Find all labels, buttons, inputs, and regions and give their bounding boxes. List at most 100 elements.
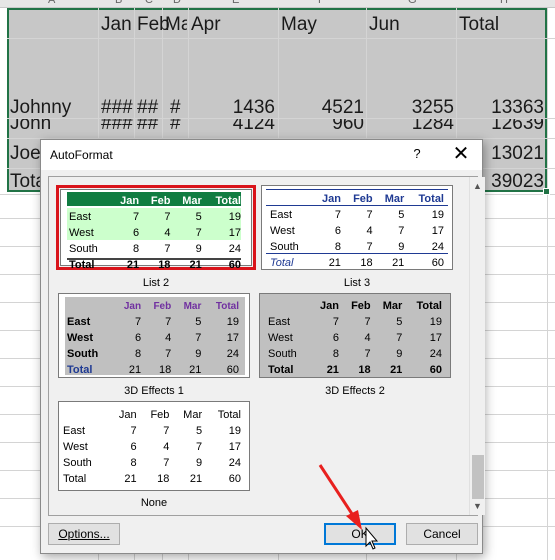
preview-cell: 60 [228,473,241,485]
ok-button[interactable]: OK [324,523,396,545]
preview-cell: 21 [126,259,140,271]
cell-header-mar[interactable]: Ma [165,14,187,36]
fill-handle[interactable] [543,188,550,195]
preview-cell: 7 [130,425,137,437]
cell-jan[interactable]: ### [101,119,133,133]
preview-cell: 7 [164,243,171,255]
cell-may[interactable]: 4521 [280,97,364,119]
preview-cell: South [69,243,98,255]
preview-cell: Total [270,257,294,269]
preview-cell: West [63,441,88,453]
preview-cell: 60 [429,364,442,376]
preview-cell: 7 [134,316,142,328]
preview-cell [268,191,312,207]
preview-cell: 7 [164,211,171,223]
format-preview-3d-effects-2[interactable]: Jan Feb Mar Total East 7 7 5 19 West 6 4 7 17 South… [259,293,451,378]
format-preview-3d-effects-1[interactable]: Jan Feb Mar Total East 7 7 5 19 West 6 4 7 17 South… [58,293,250,378]
cell-jan[interactable]: ### [101,97,133,119]
cell-name-johnny[interactable]: Johnny [10,97,71,119]
preview-table: Jan Feb Mar Total East 7 7 5 19 West 6 4 7 17 South… [65,298,241,378]
preview-cell [61,407,108,423]
scroll-up-icon[interactable]: ▲ [473,181,482,191]
preview-cell: 18 [158,259,171,271]
gallery-scrollbar[interactable]: ▲ ▼ [469,177,485,515]
preview-table: Jan Feb Mar Total East 7 7 5 19 West 6 4 7 17 South… [61,407,243,487]
format-preview-list-3[interactable]: Jan Feb Mar Total East 7 7 5 19 West 6 4 7 17 South… [261,185,453,270]
format-caption[interactable]: 3D Effects 2 [259,385,451,397]
preview-table: Jan Feb Mar Total East 7 7 5 19 West 6 4 7 17 South… [268,191,446,271]
format-caption[interactable]: None [58,497,250,509]
preview-cell: Jan [123,300,142,312]
preview-cell [67,193,111,209]
preview-cell: South [268,348,297,360]
preview-cell: Total [69,259,95,271]
preview-cell: Total [268,364,294,376]
close-icon[interactable]: ✕ [447,143,475,167]
scroll-down-icon[interactable]: ▼ [473,501,482,511]
preview-table: Jan Feb Mar Total East 7 7 5 19 West 6 4 7 17 South… [67,193,243,273]
cell-jun[interactable]: 1284 [368,119,454,133]
cancel-button[interactable]: Cancel [406,523,478,545]
preview-cell: 7 [332,316,339,328]
preview-cell: 5 [196,425,203,437]
preview-cell: West [268,332,293,344]
cell-header-may[interactable]: May [281,14,317,36]
preview-cell: 7 [364,348,371,360]
preview-cell: 7 [165,316,172,328]
preview-cell: 7 [132,211,140,223]
column-header-b[interactable]: B [115,0,122,6]
preview-cell: 7 [195,227,202,239]
help-button[interactable]: ? [406,146,428,164]
column-header-bar[interactable] [0,0,555,8]
preview-cell: 17 [228,441,241,453]
column-header-c[interactable]: C [145,0,153,6]
cell-apr[interactable]: 1436 [190,97,275,119]
dialog-titlebar[interactable]: AutoFormat ? ✕ [41,140,482,170]
format-caption[interactable]: List 2 [60,277,252,289]
format-preview-list-2[interactable]: Jan Feb Mar Total East 7 7 5 19 West 6 4 7 17 South… [60,189,252,271]
format-gallery[interactable]: Jan Feb Mar Total East 7 7 5 19 West 6 4 7 17 South… [48,176,485,516]
scroll-thumb[interactable] [472,455,484,499]
preview-cell: Feb [150,195,171,207]
cell-feb[interactable]: ## [137,119,158,133]
preview-cell: 5 [195,211,202,223]
preview-cell: 18 [358,364,371,376]
column-header-g[interactable]: G [408,0,417,6]
preview-cell: East [63,425,86,437]
preview-cell: 18 [157,473,170,485]
cell-feb[interactable]: ## [137,97,158,119]
cell-header-jan[interactable]: Jan [101,14,132,36]
cell-apr[interactable]: 4124 [190,119,275,133]
cell-name-joe[interactable]: Joe [10,143,41,165]
preview-cell: 21 [328,257,341,269]
cell-jun[interactable]: 3255 [368,97,454,119]
column-header-f[interactable]: F [318,0,325,6]
cell-total[interactable]: 13363 [458,97,544,119]
column-header-a[interactable]: A [48,0,55,6]
format-caption[interactable]: List 3 [261,277,453,289]
preview-cell: 8 [132,243,140,255]
cell-header-jun[interactable]: Jun [369,14,400,36]
format-preview-none[interactable]: Jan Feb Mar Total East 7 7 5 19 West 6 4 7 17 South… [58,401,250,491]
column-header-e[interactable]: E [232,0,239,6]
preview-cell: 8 [130,457,137,469]
cell-total[interactable]: 12639 [458,119,544,133]
cell-header-apr[interactable]: Apr [191,14,221,36]
preview-cell: 6 [334,225,341,237]
preview-cell: 9 [396,348,403,360]
cell-header-total[interactable]: Total [459,14,499,36]
preview-cell: 21 [189,473,203,485]
preview-cell: 7 [163,425,170,437]
preview-cell: Feb [351,300,371,312]
column-header-h[interactable]: H [500,0,508,6]
cell-may[interactable]: 960 [280,119,364,133]
cell-name-john[interactable]: John [10,119,51,133]
column-header-d[interactable]: D [173,0,181,6]
options-button[interactable]: Options... [48,523,120,545]
preview-cell: 8 [134,348,142,360]
preview-cell: 19 [228,211,241,223]
cell-mar[interactable]: # [170,97,181,119]
cell-mar[interactable]: # [170,119,181,133]
preview-cell: Jan [120,195,140,207]
format-caption[interactable]: 3D Effects 1 [58,385,250,397]
